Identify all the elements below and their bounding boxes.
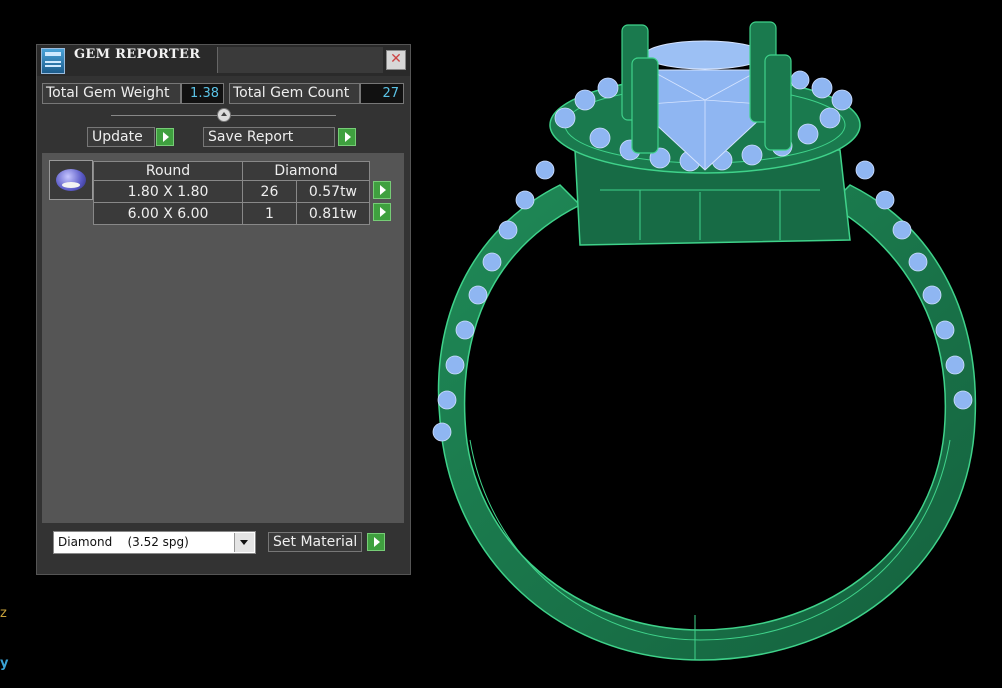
table-row[interactable]: 6.00 X 6.00 1 0.81tw: [93, 202, 393, 225]
close-icon[interactable]: ✕: [386, 50, 406, 70]
save-report-button[interactable]: Save Report: [203, 127, 335, 147]
row-go-arrow-icon[interactable]: [373, 180, 391, 199]
gem-weight: 0.81tw: [295, 202, 371, 225]
gem-count: 26: [242, 180, 297, 203]
gem-size: 6.00 X 6.00: [93, 202, 243, 225]
table-header-row: Round Diamond: [93, 161, 393, 181]
header-shape: Round: [93, 161, 243, 181]
total-gem-count-label: Total Gem Count: [229, 83, 360, 104]
total-gem-weight-label: Total Gem Weight: [42, 83, 181, 104]
gem-reporter-panel: GEM REPORTER ✕ Total Gem Weight 1.38 Tot…: [36, 44, 411, 575]
slider-thumb[interactable]: [217, 108, 231, 122]
gem-table: Round Diamond 1.80 X 1.80 26 0.57tw 6.00…: [93, 161, 393, 225]
material-select-value: Diamond (3.52 spg): [58, 535, 189, 549]
total-gem-count-value: 27: [360, 83, 404, 104]
app-icon: [41, 48, 65, 74]
table-row[interactable]: 1.80 X 1.80 26 0.57tw: [93, 180, 393, 203]
gem-weight: 0.57tw: [295, 180, 371, 203]
save-report-go-arrow-icon[interactable]: [338, 128, 356, 146]
gem-thumbnail[interactable]: [49, 160, 93, 200]
title-bar[interactable]: GEM REPORTER ✕: [37, 45, 410, 76]
title-tab: [217, 47, 383, 73]
window-title: GEM REPORTER: [74, 47, 201, 62]
header-material: Diamond: [242, 161, 370, 181]
row-go-arrow-icon[interactable]: [373, 202, 392, 221]
gem-size: 1.80 X 1.80: [93, 180, 243, 203]
ring-shank: [437, 184, 977, 661]
axis-y-label: y: [0, 656, 9, 671]
update-button[interactable]: Update: [87, 127, 155, 147]
material-select[interactable]: Diamond (3.52 spg): [53, 531, 256, 554]
total-gem-weight-value: 1.38: [181, 83, 224, 104]
update-go-arrow-icon[interactable]: [156, 128, 174, 146]
set-material-button[interactable]: Set Material: [268, 532, 362, 552]
axis-z-label: z: [0, 606, 7, 621]
gem-count: 1: [242, 202, 297, 225]
dropdown-arrow-icon[interactable]: [234, 533, 254, 552]
set-material-go-arrow-icon[interactable]: [367, 533, 385, 551]
gem-list-area: Round Diamond 1.80 X 1.80 26 0.57tw 6.00…: [42, 153, 404, 523]
